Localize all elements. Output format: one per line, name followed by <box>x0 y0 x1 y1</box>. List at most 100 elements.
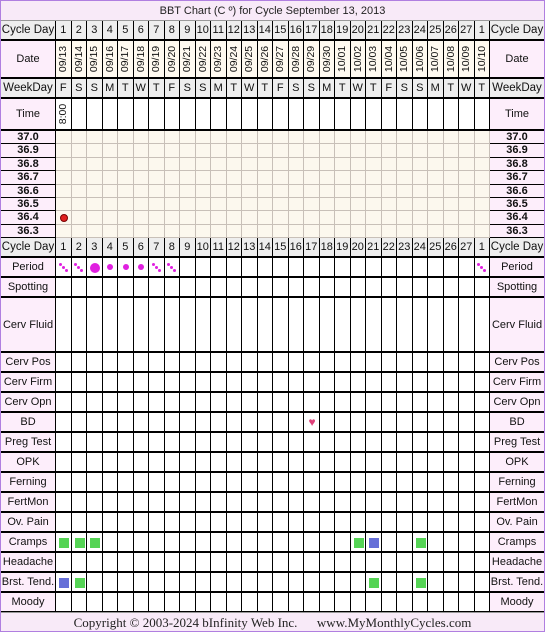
temp-grid-cell[interactable] <box>459 198 475 212</box>
fertmon-cell[interactable] <box>87 493 103 513</box>
temperature-point[interactable] <box>59 214 68 223</box>
temp-grid-cell[interactable] <box>366 171 382 185</box>
preg-test-cell[interactable] <box>428 433 444 453</box>
opk-cell[interactable] <box>118 453 134 473</box>
temp-grid-cell[interactable] <box>87 224 103 239</box>
temp-grid-cell[interactable] <box>397 224 413 239</box>
moody-cell[interactable] <box>288 593 304 613</box>
ferning-cell[interactable] <box>350 473 366 493</box>
temp-grid-cell[interactable] <box>428 184 444 198</box>
brst-tend-cell[interactable] <box>304 573 320 593</box>
temp-grid-cell[interactable] <box>71 211 87 225</box>
bd-cell[interactable] <box>211 413 227 433</box>
ferning-cell[interactable] <box>226 473 242 493</box>
cerv-firm-cell[interactable] <box>459 373 475 393</box>
temp-grid-cell[interactable] <box>56 184 72 198</box>
temp-grid-cell[interactable] <box>304 171 320 185</box>
temp-grid-cell[interactable] <box>304 131 320 145</box>
ov-pain-cell[interactable] <box>366 513 382 533</box>
cerv-firm-cell[interactable] <box>350 373 366 393</box>
time-cell[interactable] <box>133 99 149 131</box>
temp-grid-cell[interactable] <box>149 157 165 172</box>
fertmon-cell[interactable] <box>288 493 304 513</box>
opk-cell[interactable] <box>412 453 428 473</box>
spotting-cell[interactable] <box>335 278 351 298</box>
preg-test-cell[interactable] <box>242 433 258 453</box>
cerv-firm-cell[interactable] <box>164 373 180 393</box>
ferning-cell[interactable] <box>335 473 351 493</box>
spotting-cell[interactable] <box>273 278 289 298</box>
spotting-cell[interactable] <box>118 278 134 298</box>
temp-grid-cell[interactable] <box>118 171 134 185</box>
fertmon-cell[interactable] <box>350 493 366 513</box>
moody-cell[interactable] <box>118 593 134 613</box>
temp-grid-cell[interactable] <box>180 131 196 145</box>
temp-grid-cell[interactable] <box>273 171 289 185</box>
cerv-opn-cell[interactable] <box>180 393 196 413</box>
ferning-cell[interactable] <box>319 473 335 493</box>
temp-grid-cell[interactable] <box>319 131 335 145</box>
ov-pain-cell[interactable] <box>381 513 397 533</box>
temp-grid-cell[interactable] <box>381 224 397 239</box>
cerv-pos-cell[interactable] <box>87 353 103 373</box>
ov-pain-cell[interactable] <box>118 513 134 533</box>
brst-tend-cell[interactable] <box>195 573 211 593</box>
temp-grid-cell[interactable] <box>226 131 242 145</box>
bd-cell[interactable] <box>319 413 335 433</box>
brst-tend-cell[interactable] <box>288 573 304 593</box>
opk-cell[interactable] <box>87 453 103 473</box>
time-cell[interactable] <box>335 99 351 131</box>
bd-cell[interactable] <box>87 413 103 433</box>
preg-test-cell[interactable] <box>443 433 459 453</box>
cerv-firm-cell[interactable] <box>226 373 242 393</box>
cerv-pos-cell[interactable] <box>118 353 134 373</box>
fertmon-cell[interactable] <box>195 493 211 513</box>
time-cell[interactable] <box>149 99 165 131</box>
temp-grid-cell[interactable] <box>133 157 149 172</box>
temp-grid-cell[interactable] <box>56 157 72 172</box>
temp-grid-cell[interactable] <box>211 198 227 212</box>
cerv-fluid-cell[interactable] <box>335 298 351 353</box>
spotting-cell[interactable] <box>133 278 149 298</box>
temp-grid-cell[interactable] <box>226 198 242 212</box>
brst-tend-cell[interactable] <box>381 573 397 593</box>
cerv-opn-cell[interactable] <box>335 393 351 413</box>
temp-grid-cell[interactable] <box>118 224 134 239</box>
cerv-firm-cell[interactable] <box>428 373 444 393</box>
temp-grid-cell[interactable] <box>288 144 304 158</box>
ferning-cell[interactable] <box>257 473 273 493</box>
headache-cell[interactable] <box>459 553 475 573</box>
brst-tend-cell[interactable] <box>319 573 335 593</box>
temp-grid-cell[interactable] <box>118 198 134 212</box>
preg-test-cell[interactable] <box>319 433 335 453</box>
cerv-pos-cell[interactable] <box>211 353 227 373</box>
cerv-firm-cell[interactable] <box>257 373 273 393</box>
cerv-fluid-cell[interactable] <box>71 298 87 353</box>
period-cell[interactable] <box>443 258 459 278</box>
temp-grid-cell[interactable] <box>226 184 242 198</box>
temp-grid-cell[interactable] <box>335 211 351 225</box>
temp-grid-cell[interactable] <box>195 224 211 239</box>
temp-grid-cell[interactable] <box>195 211 211 225</box>
temp-grid-cell[interactable] <box>164 224 180 239</box>
temp-grid-cell[interactable] <box>273 211 289 225</box>
temp-grid-cell[interactable] <box>443 157 459 172</box>
brst-tend-cell[interactable] <box>273 573 289 593</box>
headache-cell[interactable] <box>381 553 397 573</box>
fertmon-cell[interactable] <box>304 493 320 513</box>
bd-cell[interactable] <box>381 413 397 433</box>
temp-grid-cell[interactable] <box>102 198 118 212</box>
cerv-fluid-cell[interactable] <box>319 298 335 353</box>
temp-grid-cell[interactable] <box>242 171 258 185</box>
cerv-fluid-cell[interactable] <box>443 298 459 353</box>
preg-test-cell[interactable] <box>164 433 180 453</box>
moody-cell[interactable] <box>102 593 118 613</box>
preg-test-cell[interactable] <box>412 433 428 453</box>
temp-grid-cell[interactable] <box>397 144 413 158</box>
cerv-opn-cell[interactable] <box>459 393 475 413</box>
cerv-fluid-cell[interactable] <box>102 298 118 353</box>
headache-cell[interactable] <box>242 553 258 573</box>
fertmon-cell[interactable] <box>319 493 335 513</box>
period-cell[interactable] <box>397 258 413 278</box>
ov-pain-cell[interactable] <box>164 513 180 533</box>
